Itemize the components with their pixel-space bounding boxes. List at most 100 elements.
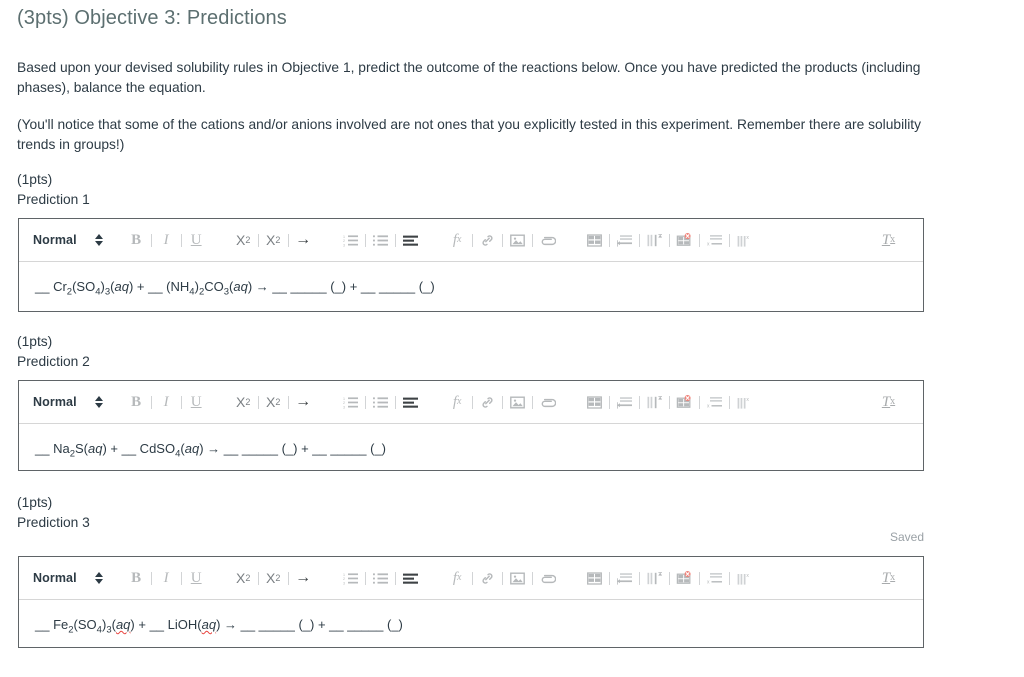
divider bbox=[364, 233, 366, 247]
chevron-updown-icon bbox=[94, 395, 104, 409]
table-column-icon[interactable] bbox=[644, 566, 665, 590]
link-icon[interactable] bbox=[477, 228, 498, 252]
clear-formatting-icon[interactable]: Tx bbox=[878, 228, 899, 252]
format-dropdown-value: Normal bbox=[33, 233, 77, 247]
numbered-list-icon[interactable]: 123 bbox=[340, 566, 361, 590]
align-icon[interactable] bbox=[400, 390, 421, 414]
bulleted-list-icon[interactable] bbox=[370, 566, 391, 590]
divider bbox=[698, 233, 700, 247]
format-dropdown-1[interactable]: Normal bbox=[33, 233, 104, 247]
svg-text:x: x bbox=[707, 241, 710, 247]
arrow-insert-button[interactable]: → bbox=[293, 228, 314, 252]
table-row-icon[interactable] bbox=[614, 390, 635, 414]
table-cell-icon[interactable]: x bbox=[704, 228, 725, 252]
divider bbox=[471, 395, 473, 409]
align-icon[interactable] bbox=[400, 228, 421, 252]
image-icon[interactable] bbox=[507, 390, 528, 414]
format-dropdown-3[interactable]: Normal bbox=[33, 571, 104, 585]
table-merge-icon[interactable]: x bbox=[734, 566, 755, 590]
rich-text-editor-1[interactable]: Normal B I U X2 X2 → 123 f x x x T x __ … bbox=[18, 218, 924, 312]
table-delete-icon[interactable] bbox=[674, 566, 695, 590]
formula-index: x bbox=[457, 234, 462, 245]
divider bbox=[501, 233, 503, 247]
table-column-icon[interactable] bbox=[644, 390, 665, 414]
numbered-list-icon[interactable]: 123 bbox=[340, 390, 361, 414]
bulleted-list-icon[interactable] bbox=[370, 390, 391, 414]
italic-button[interactable]: I bbox=[156, 390, 177, 414]
bold-button[interactable]: B bbox=[126, 390, 147, 414]
underline-button[interactable]: U bbox=[186, 566, 207, 590]
table-cell-icon[interactable]: x bbox=[704, 566, 725, 590]
clear-formatting-icon[interactable]: Tx bbox=[878, 390, 899, 414]
editor-content-3[interactable]: __ Fe2(SO4)3(aq) + __ LiOH(aq) → __ ____… bbox=[19, 600, 923, 657]
divider bbox=[501, 395, 503, 409]
divider bbox=[394, 233, 396, 247]
image-icon[interactable] bbox=[507, 566, 528, 590]
image-icon[interactable] bbox=[507, 228, 528, 252]
divider bbox=[150, 395, 152, 409]
superscript-button[interactable]: X2 bbox=[263, 566, 284, 590]
divider bbox=[668, 233, 670, 247]
divider bbox=[150, 233, 152, 247]
underline-button[interactable]: U bbox=[186, 228, 207, 252]
formula-icon[interactable]: fx bbox=[447, 228, 468, 252]
superscript-button[interactable]: X2 bbox=[263, 390, 284, 414]
link-icon[interactable] bbox=[477, 566, 498, 590]
attachment-icon[interactable] bbox=[537, 390, 558, 414]
numbered-list-icon[interactable]: 123 bbox=[340, 228, 361, 252]
underline-button[interactable]: U bbox=[186, 390, 207, 414]
clear-formatting-icon[interactable]: Tx bbox=[878, 566, 899, 590]
italic-button[interactable]: I bbox=[156, 566, 177, 590]
table-icon[interactable] bbox=[584, 566, 605, 590]
svg-text:x: x bbox=[707, 579, 710, 585]
arrow-insert-button[interactable]: → bbox=[293, 566, 314, 590]
table-row-icon[interactable] bbox=[614, 566, 635, 590]
arrow-insert-button[interactable]: → bbox=[293, 390, 314, 414]
chevron-updown-icon bbox=[94, 233, 104, 247]
table-merge-icon[interactable]: x bbox=[734, 390, 755, 414]
attachment-icon[interactable] bbox=[537, 566, 558, 590]
divider bbox=[638, 571, 640, 585]
table-icon[interactable] bbox=[584, 228, 605, 252]
bold-button[interactable]: B bbox=[126, 228, 147, 252]
editor-content-2[interactable]: __ Na2S(aq) + __ CdSO4(aq) → __ _____ (_… bbox=[19, 424, 923, 481]
rich-text-editor-2[interactable]: Normal B I U X2 X2 → 123 f x x x T x __ … bbox=[18, 380, 924, 471]
saved-status: Saved bbox=[889, 530, 924, 544]
superscript-button[interactable]: X2 bbox=[263, 228, 284, 252]
subscript-button[interactable]: X2 bbox=[233, 566, 254, 590]
editor-toolbar-1: Normal B I U X2 X2 → 123 f x x x T x bbox=[19, 219, 923, 262]
formula-icon[interactable]: fx bbox=[447, 566, 468, 590]
table-merge-icon[interactable]: x bbox=[734, 228, 755, 252]
bold-button[interactable]: B bbox=[126, 566, 147, 590]
clear-format-index: x bbox=[890, 572, 896, 583]
table-cell-icon[interactable]: x bbox=[704, 390, 725, 414]
bulleted-list-icon[interactable] bbox=[370, 228, 391, 252]
svg-text:3: 3 bbox=[343, 581, 345, 585]
divider bbox=[608, 233, 610, 247]
divider bbox=[728, 233, 730, 247]
table-row-icon[interactable] bbox=[614, 228, 635, 252]
divider bbox=[728, 571, 730, 585]
divider bbox=[364, 395, 366, 409]
italic-button[interactable]: I bbox=[156, 228, 177, 252]
link-icon[interactable] bbox=[477, 390, 498, 414]
editor-content-1[interactable]: __ Cr2(SO4)3(aq) + __ (NH4)2CO3(aq) → __… bbox=[19, 262, 923, 319]
instructions-paragraph-2: (You'll notice that some of the cations … bbox=[17, 117, 922, 152]
formula-icon[interactable]: fx bbox=[447, 390, 468, 414]
page-title: (3pts) Objective 3: Predictions bbox=[17, 7, 287, 29]
table-icon[interactable] bbox=[584, 390, 605, 414]
divider bbox=[257, 233, 259, 247]
divider bbox=[728, 395, 730, 409]
table-delete-icon[interactable] bbox=[674, 390, 695, 414]
table-column-icon[interactable] bbox=[644, 228, 665, 252]
align-icon[interactable] bbox=[400, 566, 421, 590]
subscript-index: 2 bbox=[245, 572, 251, 583]
subscript-button[interactable]: X2 bbox=[233, 228, 254, 252]
table-delete-icon[interactable] bbox=[674, 228, 695, 252]
format-dropdown-2[interactable]: Normal bbox=[33, 395, 104, 409]
prediction-2-name: Prediction 2 bbox=[17, 353, 90, 369]
rich-text-editor-3[interactable]: Normal B I U X2 X2 → 123 f x x x T x __ … bbox=[18, 556, 924, 648]
attachment-icon[interactable] bbox=[537, 228, 558, 252]
subscript-button[interactable]: X2 bbox=[233, 390, 254, 414]
superscript-index: 2 bbox=[275, 572, 281, 583]
